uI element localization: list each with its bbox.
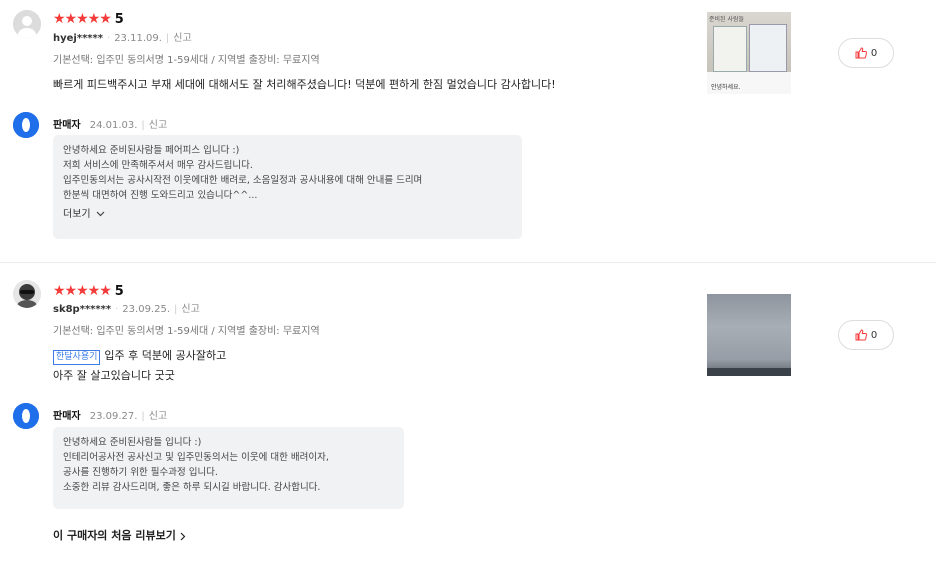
rating-row: ★★★★★ 5 [53,8,124,27]
review-photo[interactable] [707,294,791,376]
chevron-right-icon [180,532,186,540]
reply-line: 안녕하세요 준비된사람들 페어피스 입니다 :) [63,145,240,156]
reply-line: 안녕하세요 준비된사람들 입니다 :) [63,437,202,448]
review-date: 23.11.09. [114,33,162,44]
star-rating: ★★★★★ [53,11,112,27]
seller-reply: 안녕하세요 준비된사람들 페어피스 입니다 :) 저희 서비스에 만족해주셔서 … [53,135,522,239]
report-link[interactable]: 신고 [181,304,199,315]
review-meta: hyej***** · 23.11.09. | 신고 [53,33,192,44]
review-text-line: 아주 잘 살고있습니다 굿굿 [53,369,175,382]
review-date: 23.09.25. [122,304,171,315]
default-avatar-icon [13,10,41,38]
seller-name: 판매자 [53,411,81,422]
user-avatar [13,280,41,308]
reply-line: 인테리어공사전 공사신고 및 입주민동의서는 이웃에 대한 배려이자, [63,452,329,463]
chevron-down-icon [96,211,105,217]
helpful-count: 0 [870,47,878,59]
review-text-line: 입주 후 덕분에 공사잘하고 [104,349,227,362]
reply-line: 저희 서비스에 만족해주셔서 매우 감사드립니다. [63,160,253,171]
thumbs-up-icon [855,47,867,59]
seller-name: 판매자 [53,120,81,131]
first-review-label: 이 구매자의 처음 리뷰보기 [53,529,176,542]
seller-report-link[interactable]: 신고 [149,120,167,131]
seller-reply-date: 24.01.03. [89,120,138,131]
thumbs-up-icon [855,329,867,341]
user-avatar [13,10,41,38]
seller-logo-icon [13,403,39,429]
profile-photo-icon [13,280,41,308]
seller-report-link[interactable]: 신고 [149,411,167,422]
month-review-badge: 한달사용기 [53,350,101,365]
reviewer-id: sk8p****** [53,304,112,315]
seller-meta: 판매자 23.09.27. | 신고 [53,411,168,422]
reply-line: 공사를 진행하기 위한 필수과정 입니다. [63,467,218,478]
seller-reply: 안녕하세요 준비된사람들 입니다 :) 인테리어공사전 공사신고 및 입주민동의… [53,427,404,509]
reply-line: 입주민동의서는 공사시작전 이웃에대한 배려로, 소음일정과 공사내용에 대해 … [63,175,423,186]
show-more-button[interactable]: 더보기 [63,207,512,222]
purchase-option: 기본선택: 입주민 동의서명 1-59세대 / 지역별 출장비: 무료지역 [53,326,320,337]
first-review-link[interactable]: 이 구매자의 처음 리뷰보기 [53,527,186,543]
seller-reply-date: 23.09.27. [89,411,138,422]
seller-meta: 판매자 24.01.03. | 신고 [53,120,168,131]
review-text-line: 빠르게 피드백주시고 부재 세대에 대해서도 잘 처리해주셨습니다! 덕분에 편… [53,78,556,91]
review-divider [0,262,936,263]
seller-avatar [13,112,39,138]
helpful-button[interactable]: 0 [838,320,894,350]
rating-row: ★★★★★ 5 [53,280,124,299]
reviewer-id: hyej***** [53,33,103,44]
photo-caption-bottom: 안녕하세요. [711,84,741,91]
helpful-button[interactable]: 0 [838,38,894,68]
seller-avatar [13,403,39,429]
photo-caption-top: 준비된 사람들 [709,16,745,23]
report-link[interactable]: 신고 [173,33,191,44]
purchase-option: 기본선택: 입주민 동의서명 1-59세대 / 지역별 출장비: 무료지역 [53,55,320,66]
review-photo[interactable]: 준비된 사람들 안녕하세요. [707,12,791,94]
reply-line: 소중한 리뷰 감사드리며, 좋은 하루 되시길 바랍니다. 감사합니다. [63,482,321,493]
review-text: 빠르게 피드백주시고 부재 세대에 대해서도 잘 처리해주셨습니다! 덕분에 편… [53,75,556,95]
rating-score: 5 [114,12,124,27]
seller-logo-icon [13,112,39,138]
helpful-count: 0 [870,329,878,341]
reply-line: 한분씩 대면하여 진행 도와드리고 있습니다^^... [63,190,258,201]
review-text: 한달사용기 입주 후 덕분에 공사잘하고 아주 잘 살고있습니다 굿굿 [53,346,226,386]
show-more-label: 더보기 [63,209,91,220]
star-rating: ★★★★★ [53,283,112,299]
review-meta: sk8p****** · 23.09.25. | 신고 [53,304,200,315]
rating-score: 5 [114,284,124,299]
